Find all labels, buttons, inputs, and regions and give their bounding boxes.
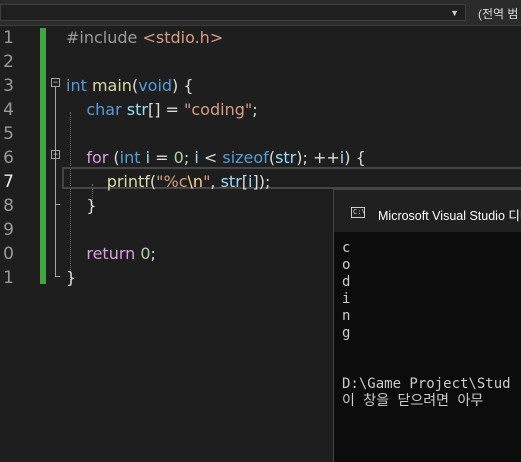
code-line[interactable]: printf("%c\n", str[i]);	[66, 170, 271, 194]
code-token: ]);	[252, 172, 271, 191]
code-token: for	[86, 148, 109, 167]
line-number: 2	[3, 52, 14, 72]
line-number: 3	[3, 76, 14, 96]
console-output-line: g	[342, 325, 351, 341]
line-number: 4	[3, 100, 14, 120]
fold-end-main	[55, 276, 60, 277]
code-line[interactable]: }	[66, 194, 97, 218]
code-token: ;	[150, 244, 156, 263]
code-token: <stdio.h>	[142, 28, 224, 47]
line-number: 7	[3, 172, 14, 192]
console-output-line: d	[342, 274, 351, 290]
code-token: ,	[210, 172, 221, 191]
code-token: 0	[140, 244, 151, 263]
code-line[interactable]: int main(void) {	[66, 74, 194, 98]
code-token: 0	[173, 148, 184, 167]
console-output-line: D:\Game Project\Stud	[342, 376, 511, 392]
code-token: ) {	[344, 148, 366, 167]
code-line[interactable]: #include <stdio.h>	[66, 26, 223, 50]
console-output-line: c	[342, 240, 351, 256]
code-token: str	[220, 172, 242, 191]
line-number: 1	[3, 268, 14, 288]
code-token: }	[66, 268, 77, 287]
code-token: <	[198, 148, 223, 167]
code-token: int	[119, 148, 141, 167]
code-token: }	[66, 196, 97, 215]
code-token: "%c	[156, 172, 188, 191]
line-number-gutter: 1 2 3 4 5 6 7 8 9 0 1	[0, 26, 40, 461]
code-token: ); ++	[296, 148, 340, 167]
code-token: ;	[183, 148, 195, 167]
console-output-line: 이 창을 닫으려면 아무	[342, 393, 484, 409]
line-number: 8	[3, 196, 14, 216]
debug-console-window[interactable]: C:\ Microsoft Visual Studio 디버 c o d i n g D:\…	[333, 189, 521, 462]
code-token: sizeof	[222, 148, 269, 167]
line-number: 1	[3, 28, 14, 48]
code-token: \n	[187, 172, 204, 191]
code-token: printf	[106, 172, 150, 191]
code-line[interactable]: for (int i = 0; i < sizeof(str); ++i) {	[66, 146, 366, 170]
scope-dropdown[interactable]: ▼	[0, 4, 466, 21]
member-scope-dropdown[interactable]: (전역 범	[478, 5, 518, 22]
change-tracking-bar	[40, 28, 46, 284]
chevron-down-icon[interactable]: ▼	[450, 6, 459, 21]
console-title-bar[interactable]: C:\ Microsoft Visual Studio 디버	[334, 190, 521, 232]
line-number: 5	[3, 124, 14, 144]
fold-line-for	[55, 159, 56, 205]
code-token: str	[275, 148, 297, 167]
console-output-line: i	[342, 291, 351, 307]
collapse-main-icon[interactable]: −	[51, 78, 60, 87]
code-token: ;	[252, 100, 258, 119]
code-token: =	[150, 148, 174, 167]
code-line[interactable]: return 0;	[66, 242, 156, 266]
code-token: return	[86, 244, 136, 263]
line-number: 9	[3, 220, 14, 240]
line-number: 0	[3, 244, 14, 264]
code-token: int	[66, 76, 87, 95]
code-line[interactable]: }	[66, 266, 76, 290]
console-output-line: n	[342, 308, 351, 324]
terminal-icon: C:\	[351, 207, 366, 218]
collapse-for-icon[interactable]: −	[51, 150, 60, 159]
code-token: main	[91, 76, 132, 95]
code-token: [] =	[147, 100, 185, 119]
code-line[interactable]: char str[] = "coding";	[66, 98, 258, 122]
console-output-line: o	[342, 257, 351, 273]
code-token: void	[138, 76, 173, 95]
code-token: "coding"	[184, 100, 253, 119]
code-token: #include	[66, 28, 143, 47]
code-token: ) {	[172, 76, 194, 95]
code-token: (	[108, 148, 120, 167]
console-title: Microsoft Visual Studio 디버	[378, 209, 521, 223]
code-token: char	[86, 100, 122, 119]
navigation-bar: ▼ (전역 범	[0, 0, 521, 26]
line-number: 6	[3, 148, 14, 168]
code-token: str	[126, 100, 148, 119]
fold-end-for	[55, 204, 60, 205]
